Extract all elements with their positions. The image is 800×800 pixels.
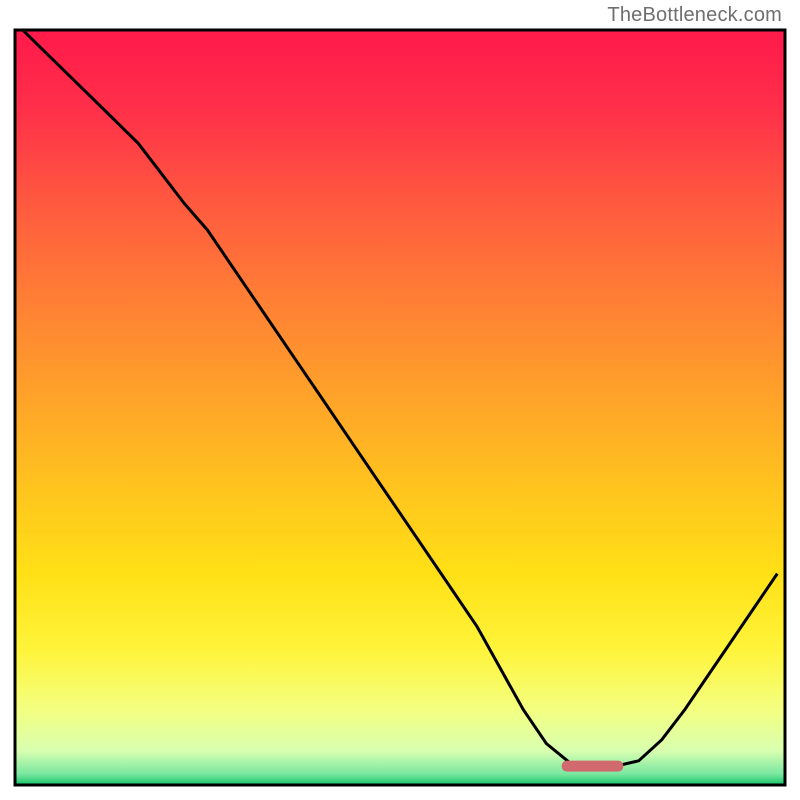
watermark-text: TheBottleneck.com [607, 4, 782, 27]
bottleneck-chart [0, 0, 800, 800]
chart-container: TheBottleneck.com [0, 0, 800, 800]
optimal-marker [562, 761, 624, 772]
plot-background [15, 30, 785, 785]
